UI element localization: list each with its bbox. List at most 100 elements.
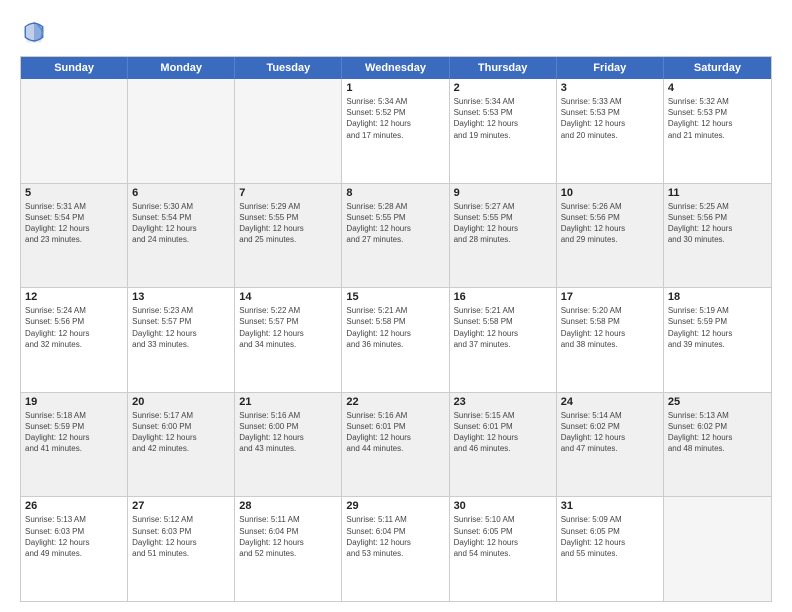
day-info: Sunrise: 5:15 AM Sunset: 6:01 PM Dayligh… [454,410,552,455]
calendar-cell: 1 Sunrise: 5:34 AM Sunset: 5:52 PM Daylig… [342,79,449,183]
day-info: Sunrise: 5:16 AM Sunset: 6:00 PM Dayligh… [239,410,337,455]
day-info: Sunrise: 5:16 AM Sunset: 6:01 PM Dayligh… [346,410,444,455]
day-info: Sunrise: 5:29 AM Sunset: 5:55 PM Dayligh… [239,201,337,246]
day-number: 1 [346,82,444,94]
calendar-cell: 12 Sunrise: 5:24 AM Sunset: 5:56 PM Dayli… [21,288,128,392]
day-info: Sunrise: 5:11 AM Sunset: 6:04 PM Dayligh… [346,514,444,559]
calendar-header-cell: Thursday [450,57,557,79]
calendar-cell-empty [235,79,342,183]
calendar-header-cell: Wednesday [342,57,449,79]
day-number: 9 [454,187,552,199]
calendar-cell: 10Sunrise: 5:26 AM Sunset: 5:56 PM Dayli… [557,184,664,288]
calendar-cell: 2Sunrise: 5:34 AM Sunset: 5:53 PM Daylig… [450,79,557,183]
day-info: Sunrise: 5:27 AM Sunset: 5:55 PM Dayligh… [454,201,552,246]
day-info: Sunrise: 5:31 AM Sunset: 5:54 PM Dayligh… [25,201,123,246]
day-info: Sunrise: 5:19 AM Sunset: 5:59 PM Dayligh… [668,305,767,350]
calendar-cell: 15Sunrise: 5:21 AM Sunset: 5:58 PM Dayli… [342,288,449,392]
day-info: Sunrise: 5:21 AM Sunset: 5:58 PM Dayligh… [454,305,552,350]
calendar-cell: 5 Sunrise: 5:31 AM Sunset: 5:54 PM Daylig… [21,184,128,288]
day-number: 24 [561,396,659,408]
calendar-cell: 8 Sunrise: 5:28 AM Sunset: 5:55 PM Daylig… [342,184,449,288]
logo-icon [20,18,48,46]
calendar-cell: 14 Sunrise: 5:22 AM Sunset: 5:57 PM Dayli… [235,288,342,392]
day-info: Sunrise: 5:14 AM Sunset: 6:02 PM Dayligh… [561,410,659,455]
day-number: 13 [132,291,230,303]
day-number: 6 [132,187,230,199]
calendar-header-row: SundayMondayTuesdayWednesdayThursdayFrid… [21,57,771,79]
day-number: 16 [454,291,552,303]
calendar-cell-empty [128,79,235,183]
day-info: Sunrise: 5:26 AM Sunset: 5:56 PM Dayligh… [561,201,659,246]
day-number: 5 [25,187,123,199]
calendar-cell: 3 Sunrise: 5:33 AM Sunset: 5:53 PM Daylig… [557,79,664,183]
day-number: 25 [668,396,767,408]
calendar-cell: 25 Sunrise: 5:13 AM Sunset: 6:02 PM Dayli… [664,393,771,497]
day-info: Sunrise: 5:12 AM Sunset: 6:03 PM Dayligh… [132,514,230,559]
day-number: 26 [25,500,123,512]
day-number: 14 [239,291,337,303]
day-info: Sunrise: 5:20 AM Sunset: 5:58 PM Dayligh… [561,305,659,350]
day-info: Sunrise: 5:09 AM Sunset: 6:05 PM Dayligh… [561,514,659,559]
day-info: Sunrise: 5:33 AM Sunset: 5:53 PM Dayligh… [561,96,659,141]
calendar-cell: 7 Sunrise: 5:29 AM Sunset: 5:55 PM Daylig… [235,184,342,288]
calendar-header-cell: Saturday [664,57,771,79]
day-info: Sunrise: 5:22 AM Sunset: 5:57 PM Dayligh… [239,305,337,350]
day-number: 20 [132,396,230,408]
calendar-cell: 9 Sunrise: 5:27 AM Sunset: 5:55 PM Daylig… [450,184,557,288]
day-info: Sunrise: 5:23 AM Sunset: 5:57 PM Dayligh… [132,305,230,350]
calendar-cell: 4 Sunrise: 5:32 AM Sunset: 5:53 PM Daylig… [664,79,771,183]
page: SundayMondayTuesdayWednesdayThursdayFrid… [0,0,792,612]
day-number: 7 [239,187,337,199]
calendar-cell: 29 Sunrise: 5:11 AM Sunset: 6:04 PM Dayli… [342,497,449,601]
day-number: 21 [239,396,337,408]
day-info: Sunrise: 5:24 AM Sunset: 5:56 PM Dayligh… [25,305,123,350]
calendar-cell: 31 Sunrise: 5:09 AM Sunset: 6:05 PM Dayli… [557,497,664,601]
day-info: Sunrise: 5:21 AM Sunset: 5:58 PM Dayligh… [346,305,444,350]
calendar-week: 19 Sunrise: 5:18 AM Sunset: 5:59 PM Dayli… [21,392,771,497]
day-number: 3 [561,82,659,94]
calendar-cell-empty [664,497,771,601]
calendar-cell-empty [21,79,128,183]
calendar-header-cell: Tuesday [235,57,342,79]
day-number: 17 [561,291,659,303]
logo [20,18,52,46]
day-number: 4 [668,82,767,94]
day-info: Sunrise: 5:13 AM Sunset: 6:03 PM Dayligh… [25,514,123,559]
day-info: Sunrise: 5:18 AM Sunset: 5:59 PM Dayligh… [25,410,123,455]
day-number: 27 [132,500,230,512]
header [20,18,772,46]
day-number: 28 [239,500,337,512]
day-info: Sunrise: 5:30 AM Sunset: 5:54 PM Dayligh… [132,201,230,246]
calendar-cell: 28 Sunrise: 5:11 AM Sunset: 6:04 PM Dayli… [235,497,342,601]
calendar-cell: 24 Sunrise: 5:14 AM Sunset: 6:02 PM Dayli… [557,393,664,497]
calendar-week: 1 Sunrise: 5:34 AM Sunset: 5:52 PM Daylig… [21,79,771,183]
calendar-cell: 23 Sunrise: 5:15 AM Sunset: 6:01 PM Dayli… [450,393,557,497]
calendar-cell: 16 Sunrise: 5:21 AM Sunset: 5:58 PM Dayli… [450,288,557,392]
day-number: 12 [25,291,123,303]
day-number: 19 [25,396,123,408]
calendar-body: 1 Sunrise: 5:34 AM Sunset: 5:52 PM Daylig… [21,79,771,601]
calendar-header-cell: Sunday [21,57,128,79]
day-number: 8 [346,187,444,199]
day-number: 29 [346,500,444,512]
calendar-cell: 18 Sunrise: 5:19 AM Sunset: 5:59 PM Dayli… [664,288,771,392]
day-info: Sunrise: 5:28 AM Sunset: 5:55 PM Dayligh… [346,201,444,246]
day-number: 11 [668,187,767,199]
calendar-cell: 20Sunrise: 5:17 AM Sunset: 6:00 PM Dayli… [128,393,235,497]
day-number: 31 [561,500,659,512]
day-info: Sunrise: 5:34 AM Sunset: 5:52 PM Dayligh… [346,96,444,141]
calendar-cell: 19 Sunrise: 5:18 AM Sunset: 5:59 PM Dayli… [21,393,128,497]
day-number: 2 [454,82,552,94]
calendar-week: 5 Sunrise: 5:31 AM Sunset: 5:54 PM Daylig… [21,183,771,288]
calendar-header-cell: Friday [557,57,664,79]
calendar-header-cell: Monday [128,57,235,79]
day-info: Sunrise: 5:32 AM Sunset: 5:53 PM Dayligh… [668,96,767,141]
day-info: Sunrise: 5:13 AM Sunset: 6:02 PM Dayligh… [668,410,767,455]
day-number: 18 [668,291,767,303]
day-number: 22 [346,396,444,408]
calendar-cell: 13 Sunrise: 5:23 AM Sunset: 5:57 PM Dayli… [128,288,235,392]
calendar-cell: 30Sunrise: 5:10 AM Sunset: 6:05 PM Dayli… [450,497,557,601]
day-info: Sunrise: 5:11 AM Sunset: 6:04 PM Dayligh… [239,514,337,559]
day-number: 23 [454,396,552,408]
calendar-cell: 17 Sunrise: 5:20 AM Sunset: 5:58 PM Dayli… [557,288,664,392]
